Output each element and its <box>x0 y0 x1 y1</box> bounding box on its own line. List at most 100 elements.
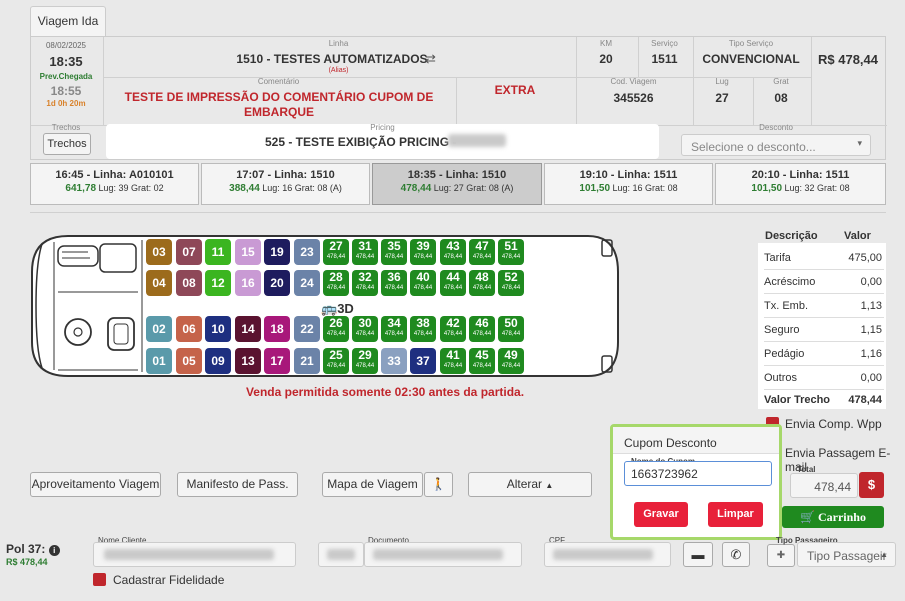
seat-06[interactable]: 06 <box>176 316 202 342</box>
seat-25[interactable]: 25 478,44 <box>323 348 349 374</box>
seat-18[interactable]: 18 <box>264 316 290 342</box>
tab-viagem-ida[interactable]: Viagem Ida <box>30 6 106 37</box>
schedule-option-5[interactable]: 20:10 - Linha: 1511 101,50 Lug: 32 Grat:… <box>715 163 886 205</box>
seat-26[interactable]: 26 478,44 <box>323 316 349 342</box>
seat-02[interactable]: 02 <box>146 316 172 342</box>
seat-17[interactable]: 17 <box>264 348 290 374</box>
seat-15[interactable]: 15 <box>235 239 261 265</box>
seat-19[interactable]: 19 <box>264 239 290 265</box>
seat-45[interactable]: 45 478,44 <box>469 348 495 374</box>
desconto-select[interactable]: Selecione o desconto... ▾ <box>681 134 871 156</box>
total-value: 478,44 <box>814 480 851 494</box>
schedule-option-1[interactable]: 16:45 - Linha: A010101 641,78 Lug: 39 Gr… <box>30 163 199 205</box>
tipo-servico-label: Tipo Serviço <box>728 39 774 48</box>
documento-type-select[interactable] <box>318 542 364 567</box>
seat-05[interactable]: 05 <box>176 348 202 374</box>
seat-16[interactable]: 16 <box>235 270 261 296</box>
plus-icon[interactable]: ✚ <box>767 544 795 567</box>
seat-12[interactable]: 12 <box>205 270 231 296</box>
caret-up-icon: ▲ <box>545 481 554 490</box>
seat-21[interactable]: 21 <box>294 348 320 374</box>
seat-42[interactable]: 42 478,44 <box>440 316 466 342</box>
seat-32[interactable]: 32 478,44 <box>352 270 378 296</box>
extra-label: EXTRA <box>494 83 536 97</box>
seat-23[interactable]: 23 <box>294 239 320 265</box>
gravar-button[interactable]: Gravar <box>634 502 688 527</box>
seat-39[interactable]: 39 478,44 <box>410 239 436 265</box>
seat-11[interactable]: 11 <box>205 239 231 265</box>
seat-09[interactable]: 09 <box>205 348 231 374</box>
seat-48[interactable]: 48 478,44 <box>469 270 495 296</box>
dollar-icon[interactable]: $ <box>859 472 884 498</box>
fidelidade-checkbox[interactable] <box>93 573 106 586</box>
seat-33[interactable]: 33 <box>381 348 407 374</box>
seat-01[interactable]: 01 <box>146 348 172 374</box>
servico-value: 1511 <box>651 52 678 66</box>
seat-30[interactable]: 30 478,44 <box>352 316 378 342</box>
seat-20[interactable]: 20 <box>264 270 290 296</box>
trechos-button[interactable]: Trechos <box>43 133 91 155</box>
schedule-info: Lug: 16 Grat: 08 (A) <box>262 183 342 193</box>
row-tx-emb: Tx. Emb. 1,13 <box>764 295 884 318</box>
schedule-option-3-selected[interactable]: 18:35 - Linha: 1510 478,44 Lug: 27 Grat:… <box>372 163 542 205</box>
bus-3d-icon[interactable]: 🚌3D <box>321 301 354 317</box>
pol-label: Pol 37: i <box>6 542 60 556</box>
seat-07[interactable]: 07 <box>176 239 202 265</box>
seat-44[interactable]: 44 478,44 <box>440 270 466 296</box>
alterar-button[interactable]: Alterar ▲ <box>468 472 592 497</box>
seat-03[interactable]: 03 <box>146 239 172 265</box>
seat-27[interactable]: 27 478,44 <box>323 239 349 265</box>
seat-14[interactable]: 14 <box>235 316 261 342</box>
seat-52[interactable]: 52 478,44 <box>498 270 524 296</box>
envia-wpp-label: Envia Comp. Wpp <box>785 417 882 431</box>
cart-icon: 🛒 <box>800 510 815 524</box>
walking-icon[interactable]: 🚶 <box>424 472 453 497</box>
seat-38[interactable]: 38 478,44 <box>410 316 436 342</box>
seat-51[interactable]: 51 478,44 <box>498 239 524 265</box>
seat-24[interactable]: 24 <box>294 270 320 296</box>
seat-47[interactable]: 47 478,44 <box>469 239 495 265</box>
descricao-table: Tarifa 475,00 Acréscimo 0,00 Tx. Emb. 1,13 … <box>758 243 886 409</box>
cpf-input[interactable] <box>544 542 671 567</box>
seat-29[interactable]: 29 478,44 <box>352 348 378 374</box>
phone-icon[interactable]: ✆ <box>722 542 750 567</box>
seat-36[interactable]: 36 478,44 <box>381 270 407 296</box>
seat-46[interactable]: 46 478,44 <box>469 316 495 342</box>
schedule-option-4[interactable]: 19:10 - Linha: 1511 101,50 Lug: 16 Grat:… <box>544 163 713 205</box>
seat-49[interactable]: 49 478,44 <box>498 348 524 374</box>
keyboard-icon[interactable]: ▬ <box>683 542 713 567</box>
tipo-passageiro-select[interactable]: Tipo Passageir ▲ <box>797 542 896 567</box>
aproveitamento-button[interactable]: Aproveitamento Viagem <box>30 472 161 497</box>
pricing-label: Pricing <box>370 123 395 132</box>
mapa-viagem-button[interactable]: Mapa de Viagem <box>322 472 423 497</box>
schedule-option-2[interactable]: 17:07 - Linha: 1510 388,44 Lug: 16 Grat:… <box>201 163 370 205</box>
total-field: 478,44 <box>790 473 858 498</box>
seat-28[interactable]: 28 478,44 <box>323 270 349 296</box>
prev-chegada-label: Prev.Chegada <box>39 72 93 81</box>
seat-37[interactable]: 37 <box>410 348 436 374</box>
nome-cliente-input[interactable] <box>93 542 296 567</box>
seat-50[interactable]: 50 478,44 <box>498 316 524 342</box>
seat-10[interactable]: 10 <box>205 316 231 342</box>
carrinho-button[interactable]: 🛒 Carrinho <box>782 506 884 528</box>
documento-input[interactable] <box>364 542 522 567</box>
seat-34[interactable]: 34 478,44 <box>381 316 407 342</box>
seat-35[interactable]: 35 478,44 <box>381 239 407 265</box>
seat-04[interactable]: 04 <box>146 270 172 296</box>
pol-price: R$ 478,44 <box>6 557 48 567</box>
seat-40[interactable]: 40 478,44 <box>410 270 436 296</box>
seat-43[interactable]: 43 478,44 <box>440 239 466 265</box>
trip-price: R$ 478,44 <box>818 52 878 67</box>
seat-41[interactable]: 41 478,44 <box>440 348 466 374</box>
swap-icon[interactable]: ⇄ <box>425 51 436 67</box>
manifesto-button[interactable]: Manifesto de Pass. <box>177 472 298 497</box>
seat-31[interactable]: 31 478,44 <box>352 239 378 265</box>
seat-08[interactable]: 08 <box>176 270 202 296</box>
limpar-button[interactable]: Limpar <box>708 502 763 527</box>
comentario-value: TESTE DE IMPRESSÃO DO COMENTÁRIO CUPOM D… <box>124 90 434 119</box>
pricing-value: 525 - TESTE EXIBIÇÃO PRICING - <box>265 135 457 149</box>
seat-13[interactable]: 13 <box>235 348 261 374</box>
seat-22[interactable]: 22 <box>294 316 320 342</box>
cupom-input[interactable]: 1663723962 <box>624 461 772 486</box>
info-icon[interactable]: i <box>48 545 60 556</box>
